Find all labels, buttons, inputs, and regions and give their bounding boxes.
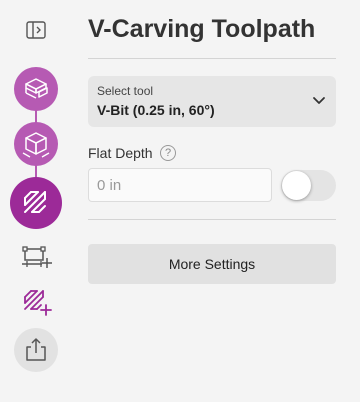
cube-icon [22,132,50,158]
step-model-button[interactable] [14,122,58,166]
step-toolpath-button[interactable] [10,177,62,229]
add-stock-icon [22,246,52,268]
tool-select-dropdown[interactable]: Select tool V-Bit (0.25 in, 60°) [88,76,336,127]
flat-depth-input[interactable] [88,168,272,202]
tool-select-label: Select tool [97,84,154,98]
export-icon [26,338,46,361]
page-title: V-Carving Toolpath [88,15,316,43]
section-divider [88,219,336,220]
export-button[interactable] [14,328,58,372]
chevron-down-icon [313,97,325,104]
sidebar-collapse-icon [26,21,46,39]
step-material-button[interactable] [14,67,58,111]
flat-depth-toggle[interactable] [281,170,336,201]
flat-depth-label: Flat Depth [88,145,153,161]
v-carving-app: V-Carving Toolpath Select tool V-Bit (0.… [0,0,360,402]
help-icon[interactable]: ? [160,145,176,161]
add-stock-button[interactable] [20,242,54,270]
layers-icon [25,78,48,99]
more-settings-button[interactable]: More Settings [88,244,336,284]
add-toolpath-button[interactable] [20,287,54,317]
toolpath-icon [24,191,46,213]
add-toolpath-icon [24,290,52,316]
tool-select-value: V-Bit (0.25 in, 60°) [97,102,215,118]
toggle-knob [282,171,311,200]
sidebar-rail [0,0,72,402]
title-divider [88,58,336,59]
collapse-sidebar-button[interactable] [25,20,47,40]
